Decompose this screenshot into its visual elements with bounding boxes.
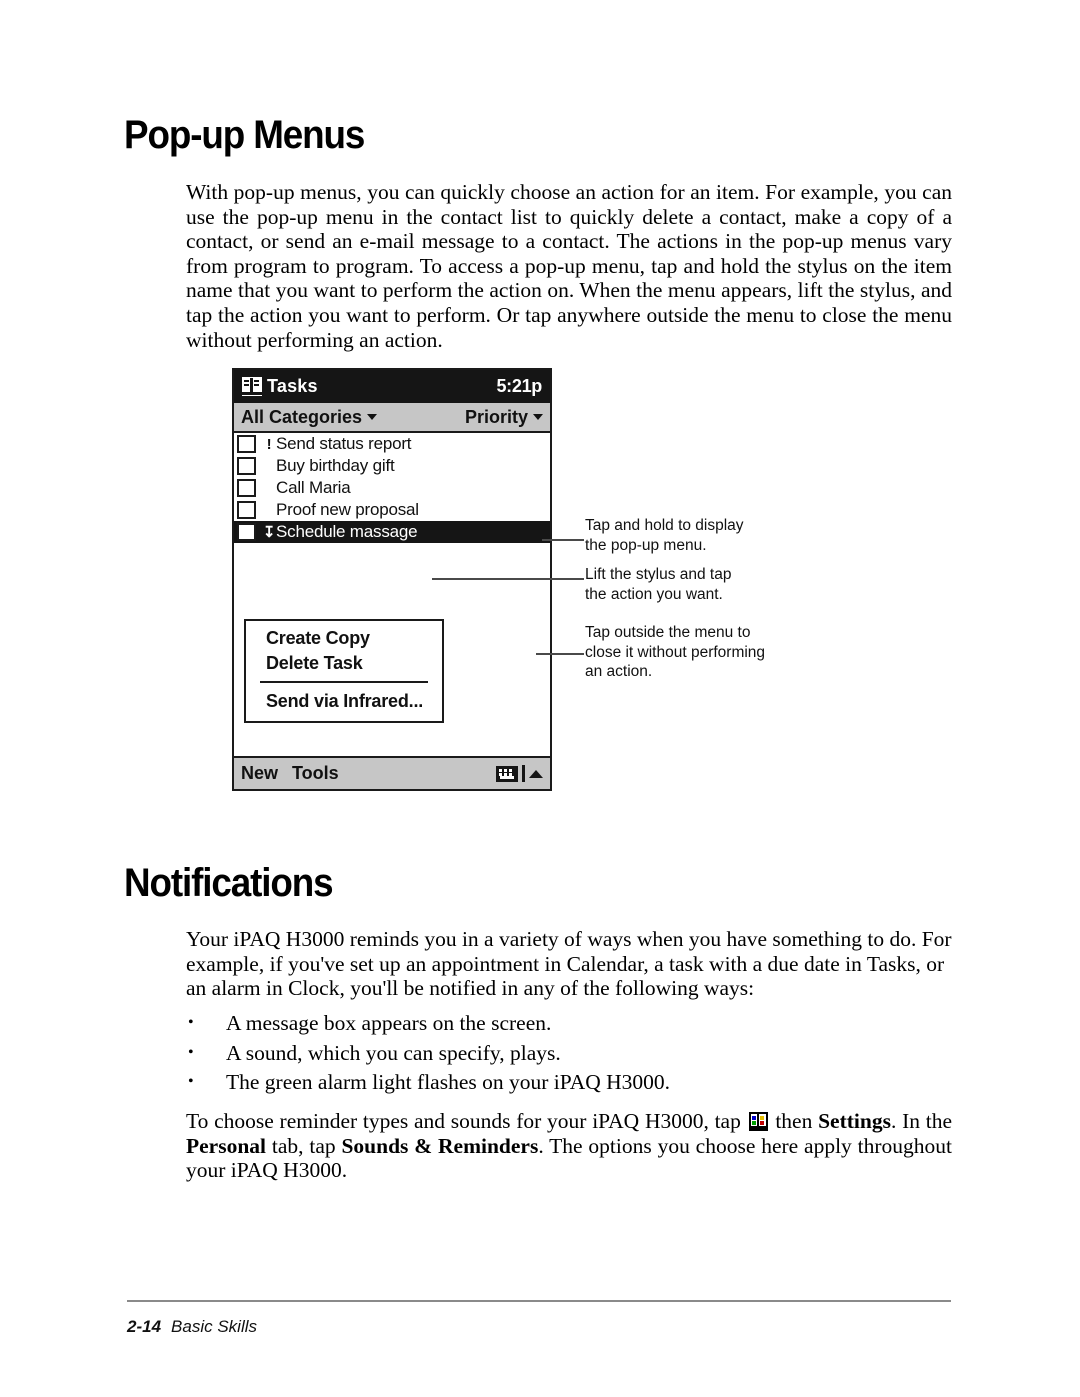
task-list-item[interactable]: Call Maria <box>234 477 550 499</box>
footer-section-name: Basic Skills <box>171 1317 257 1336</box>
pda-command-bar: New Tools <box>234 756 550 789</box>
settings-text-part2: then <box>769 1109 819 1133</box>
pda-filter-bar: All Categories Priority <box>234 403 550 433</box>
category-filter-label: All Categories <box>241 406 363 427</box>
task-checkbox[interactable] <box>237 479 256 497</box>
settings-text-part3: . In the <box>890 1109 952 1133</box>
category-filter-dropdown[interactable]: All Categories <box>241 406 378 428</box>
context-popup-menu: Create Copy Delete Task Send via Infrare… <box>244 619 444 723</box>
pda-title-bar: Tasks 5:21p <box>234 370 550 403</box>
paragraph-settings-instructions: To choose reminder types and sounds for … <box>186 1109 952 1183</box>
task-checkbox[interactable] <box>237 435 256 453</box>
up-triangle-icon[interactable] <box>529 769 543 778</box>
task-list-item[interactable]: ! Send status report <box>234 433 550 455</box>
settings-text-part4: tab, tap <box>266 1133 342 1158</box>
paragraph-notifications: Your iPAQ H3000 reminds you in a variety… <box>186 927 952 1001</box>
chevron-down-icon <box>367 414 378 420</box>
task-checkbox[interactable] <box>237 457 256 475</box>
settings-bold-personal: Personal <box>186 1133 267 1158</box>
menu-item-send-via-infrared[interactable]: Send via Infrared... <box>246 689 442 714</box>
callout-tap-and-hold: Tap and hold to display the pop-up menu. <box>585 517 744 554</box>
list-item-label: The green alarm light flashes on your iP… <box>226 1070 671 1095</box>
task-list: ! Send status report Buy birthday gift C… <box>234 433 550 729</box>
chevron-down-icon <box>533 414 543 420</box>
tools-button[interactable]: Tools <box>292 763 339 784</box>
callout-leader-line <box>542 539 584 541</box>
callout-lift-stylus: Lift the stylus and tap the action you w… <box>585 566 732 603</box>
footer: 2-14 Basic Skills <box>127 1317 257 1337</box>
list-item-label: A message box appears on the screen. <box>226 1011 552 1035</box>
list-item: • A message box appears on the screen. <box>186 1011 952 1036</box>
pda-clock: 5:21p <box>496 376 542 396</box>
bullet-icon: • <box>188 1073 194 1091</box>
callout-leader-line <box>432 578 584 580</box>
keyboard-icon[interactable] <box>496 765 518 782</box>
task-checkbox[interactable] <box>237 501 256 519</box>
task-list-item-selected[interactable]: ↧ Schedule massage <box>234 521 550 543</box>
page-number: 2-14 <box>127 1317 162 1336</box>
sort-filter-dropdown[interactable]: Priority <box>465 407 543 428</box>
menu-item-delete-task[interactable]: Delete Task <box>246 651 442 676</box>
task-checkbox[interactable] <box>237 523 256 541</box>
task-list-item[interactable]: Buy birthday gift <box>234 455 550 477</box>
task-label: Buy birthday gift <box>276 456 395 475</box>
task-label: Schedule massage <box>276 522 418 541</box>
settings-bold-sounds-reminders: Sounds & Reminders <box>341 1133 539 1158</box>
settings-bold-settings: Settings <box>818 1109 891 1133</box>
callout-tap-outside: Tap outside the menu to close it without… <box>585 624 766 680</box>
paragraph-popup-menus: With pop-up menus, you can quickly choos… <box>186 180 952 352</box>
page-title-popup-menus: Pop-up Menus <box>124 113 365 157</box>
start-tasks-icon <box>748 1112 768 1131</box>
tasks-book-icon <box>242 377 262 396</box>
list-item: • The green alarm light flashes on your … <box>186 1070 952 1095</box>
task-list-item[interactable]: Proof new proposal <box>234 499 550 521</box>
pda-app-title: Tasks <box>267 376 318 396</box>
bullet-icon: • <box>188 1014 194 1031</box>
menu-item-create-copy[interactable]: Create Copy <box>246 626 442 651</box>
callout-leader-line <box>536 653 584 655</box>
list-item: • A sound, which you can specify, plays. <box>186 1041 952 1066</box>
sort-filter-label: Priority <box>464 406 528 427</box>
page-title-notifications: Notifications <box>124 861 334 905</box>
bullet-icon: • <box>188 1043 194 1061</box>
task-label: Call Maria <box>276 478 351 497</box>
task-label: Send status report <box>276 434 412 453</box>
command-bar-divider <box>522 765 525 782</box>
footer-divider <box>127 1300 951 1302</box>
settings-text-part1: To choose reminder types and sounds for … <box>186 1109 747 1133</box>
task-priority-icon: ! <box>266 435 272 453</box>
task-label: Proof new proposal <box>276 500 419 519</box>
task-priority-low-icon: ↧ <box>262 523 276 541</box>
notification-ways-list: • A message box appears on the screen. •… <box>186 1011 952 1100</box>
document-page: Pop-up Menus With pop-up menus, you can … <box>0 0 1080 1397</box>
list-item-label: A sound, which you can specify, plays. <box>226 1040 561 1065</box>
menu-separator <box>260 681 428 683</box>
new-button[interactable]: New <box>241 763 278 784</box>
